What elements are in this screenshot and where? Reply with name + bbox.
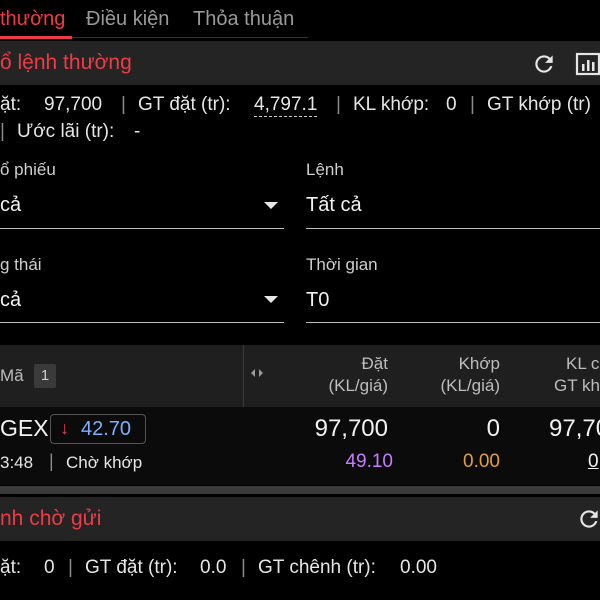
order-filter-underline <box>306 228 600 229</box>
caret-down-icon[interactable] <box>264 202 278 209</box>
stock-filter-label: ổ phiếu <box>0 160 56 179</box>
divider: | <box>241 557 246 578</box>
pending-orders-title: nh chờ gửi <box>0 507 102 530</box>
divider: | <box>0 121 5 142</box>
tab-agreement[interactable]: Thỏa thuận <box>193 8 294 31</box>
divider: | <box>68 557 73 578</box>
stock-filter-value[interactable]: cả <box>0 194 21 217</box>
time-filter-value[interactable]: T0 <box>306 289 329 312</box>
profit-value: - <box>134 121 141 142</box>
arrow-down-icon: ↓ <box>60 418 69 438</box>
table-scrollbar[interactable] <box>0 486 600 494</box>
order-count-badge: 1 <box>34 364 56 388</box>
pending-gt-diff-value: 0.00 <box>400 557 437 578</box>
col-placed-line1: Đặt <box>361 354 388 373</box>
caret-down-icon[interactable] <box>264 296 278 303</box>
col-kl-line1: KL c <box>566 354 600 373</box>
refresh-icon[interactable] <box>576 506 600 532</box>
kl-matched-label: KL khớp: <box>353 94 430 115</box>
col-matched[interactable]: Khớp (KL/giá) <box>412 353 500 397</box>
gt-matched-label: GT khớp (tr) <box>487 94 591 115</box>
order-tabs: thường Điều kiện Thỏa thuận <box>0 0 600 40</box>
col-matched-line1: Khớp <box>458 354 500 373</box>
refresh-icon[interactable] <box>531 51 557 77</box>
row-time: 3:48 <box>0 453 34 472</box>
table-row[interactable]: GEX ↓ 42.70 3:48 | Chờ khớp 97,700 49.10… <box>0 407 600 485</box>
placed-qty-label: ặt: <box>0 94 22 115</box>
row-kl-value: 97,70 <box>549 415 600 442</box>
divider: | <box>470 94 475 115</box>
profit-label: Ước lãi (tr): <box>17 121 115 142</box>
chart-icon[interactable] <box>574 50 600 78</box>
row-placed-price: 49.10 <box>345 451 393 472</box>
pending-orders-header: nh chờ gửi <box>0 497 600 541</box>
col-code[interactable]: Mã <box>0 365 24 387</box>
tab-conditional[interactable]: Điều kiện <box>86 8 169 31</box>
row-matched-price: 0.00 <box>463 451 500 472</box>
order-filter-value[interactable]: Tất cả <box>306 194 362 217</box>
col-matched-line2: (KL/giá) <box>440 376 500 395</box>
status-filter-underline <box>0 322 284 323</box>
pending-placed-label: ặt: <box>0 557 22 578</box>
row-code[interactable]: GEX <box>0 415 49 442</box>
resize-icon[interactable] <box>250 368 264 378</box>
row-gt-value: 0 <box>588 451 599 472</box>
kl-matched-value: 0 <box>446 94 457 115</box>
row-placed-qty: 97,700 <box>314 415 388 442</box>
col-placed-line2: (KL/giá) <box>328 376 388 395</box>
pending-gt-diff-label: GT chênh (tr): <box>258 557 376 578</box>
divider: | <box>121 94 126 115</box>
divider: | <box>49 451 54 471</box>
row-status: Chờ khớp <box>66 453 143 472</box>
time-filter-underline <box>306 322 600 323</box>
tab-normal[interactable]: thường <box>0 8 65 31</box>
status-filter-label: g thái <box>0 255 42 274</box>
price-badge: ↓ 42.70 <box>50 414 146 444</box>
pending-placed-value: 0 <box>44 557 55 578</box>
col-kl[interactable]: KL c GT kh <box>540 353 600 397</box>
normal-orders-title: ổ lệnh thường <box>0 51 132 74</box>
row-matched-qty: 0 <box>486 415 500 442</box>
order-filter-label: Lệnh <box>306 160 344 179</box>
normal-orders-header: ổ lệnh thường <box>0 41 600 85</box>
pending-gt-placed-label: GT đặt (tr): <box>85 557 178 578</box>
placed-qty-value: 97,700 <box>44 94 103 115</box>
time-filter-label: Thời gian <box>306 255 378 274</box>
divider: | <box>336 94 341 115</box>
gt-placed-value[interactable]: 4,797.1 <box>254 94 318 117</box>
row-price: 42.70 <box>81 418 132 440</box>
gt-placed-label: GT đặt (tr): <box>138 94 231 115</box>
column-separator <box>243 345 244 407</box>
orders-table-header: Mã 1 Đặt (KL/giá) Khớp (KL/giá) KL c GT … <box>0 345 600 407</box>
col-kl-line2: GT kh <box>554 376 600 395</box>
col-placed[interactable]: Đặt (KL/giá) <box>300 353 388 397</box>
status-filter-value[interactable]: cả <box>0 289 21 312</box>
stock-filter-underline <box>0 228 284 229</box>
active-tab-indicator <box>0 36 72 39</box>
tabs-divider <box>72 37 308 38</box>
pending-gt-placed-value: 0.0 <box>200 557 227 578</box>
